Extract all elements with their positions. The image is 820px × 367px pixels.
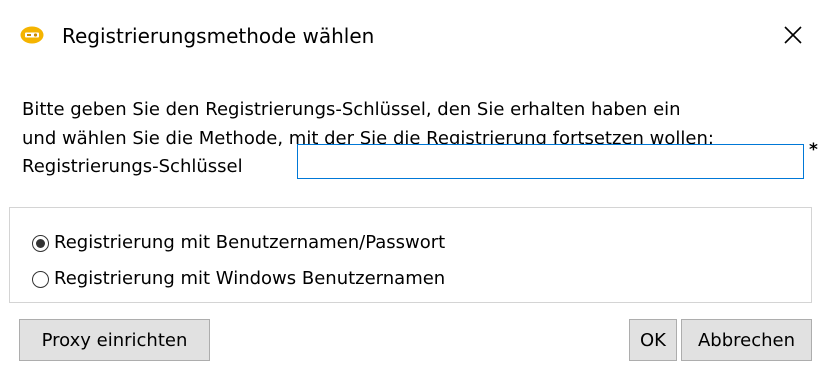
radio-username-password[interactable]: Registrierung mit Benutzernamen/Passwort	[32, 230, 445, 256]
radio-button-unselected-icon[interactable]	[32, 270, 49, 288]
radio-windows-username[interactable]: Registrierung mit Windows Benutzernamen	[32, 266, 445, 292]
registration-method-dialog: Registrierungsmethode wählen Bitte geben…	[0, 0, 820, 367]
radio-username-password-label: Registrierung mit Benutzernamen/Passwort	[54, 232, 446, 253]
radio-dot	[36, 238, 45, 248]
close-button[interactable]	[774, 18, 812, 56]
required-field-marker: *	[809, 140, 818, 160]
instructions-line-1: Bitte geben Sie den Registrierungs-Schlü…	[22, 99, 681, 120]
dialog-title: Registrierungsmethode wählen	[62, 24, 375, 48]
close-icon	[783, 25, 803, 49]
registration-key-input[interactable]	[297, 144, 804, 179]
radio-windows-username-label: Registrierung mit Windows Benutzernamen	[54, 268, 446, 289]
registration-key-label: Registrierungs-Schlüssel	[22, 156, 243, 177]
ok-button[interactable]: OK	[629, 319, 677, 361]
radio-button-selected-icon[interactable]	[32, 234, 49, 252]
cancel-button[interactable]: Abbrechen	[681, 319, 812, 361]
title-bar: Registrierungsmethode wählen	[0, 0, 820, 66]
registration-app-icon	[20, 26, 44, 44]
proxy-setup-button[interactable]: Proxy einrichten	[19, 319, 210, 361]
